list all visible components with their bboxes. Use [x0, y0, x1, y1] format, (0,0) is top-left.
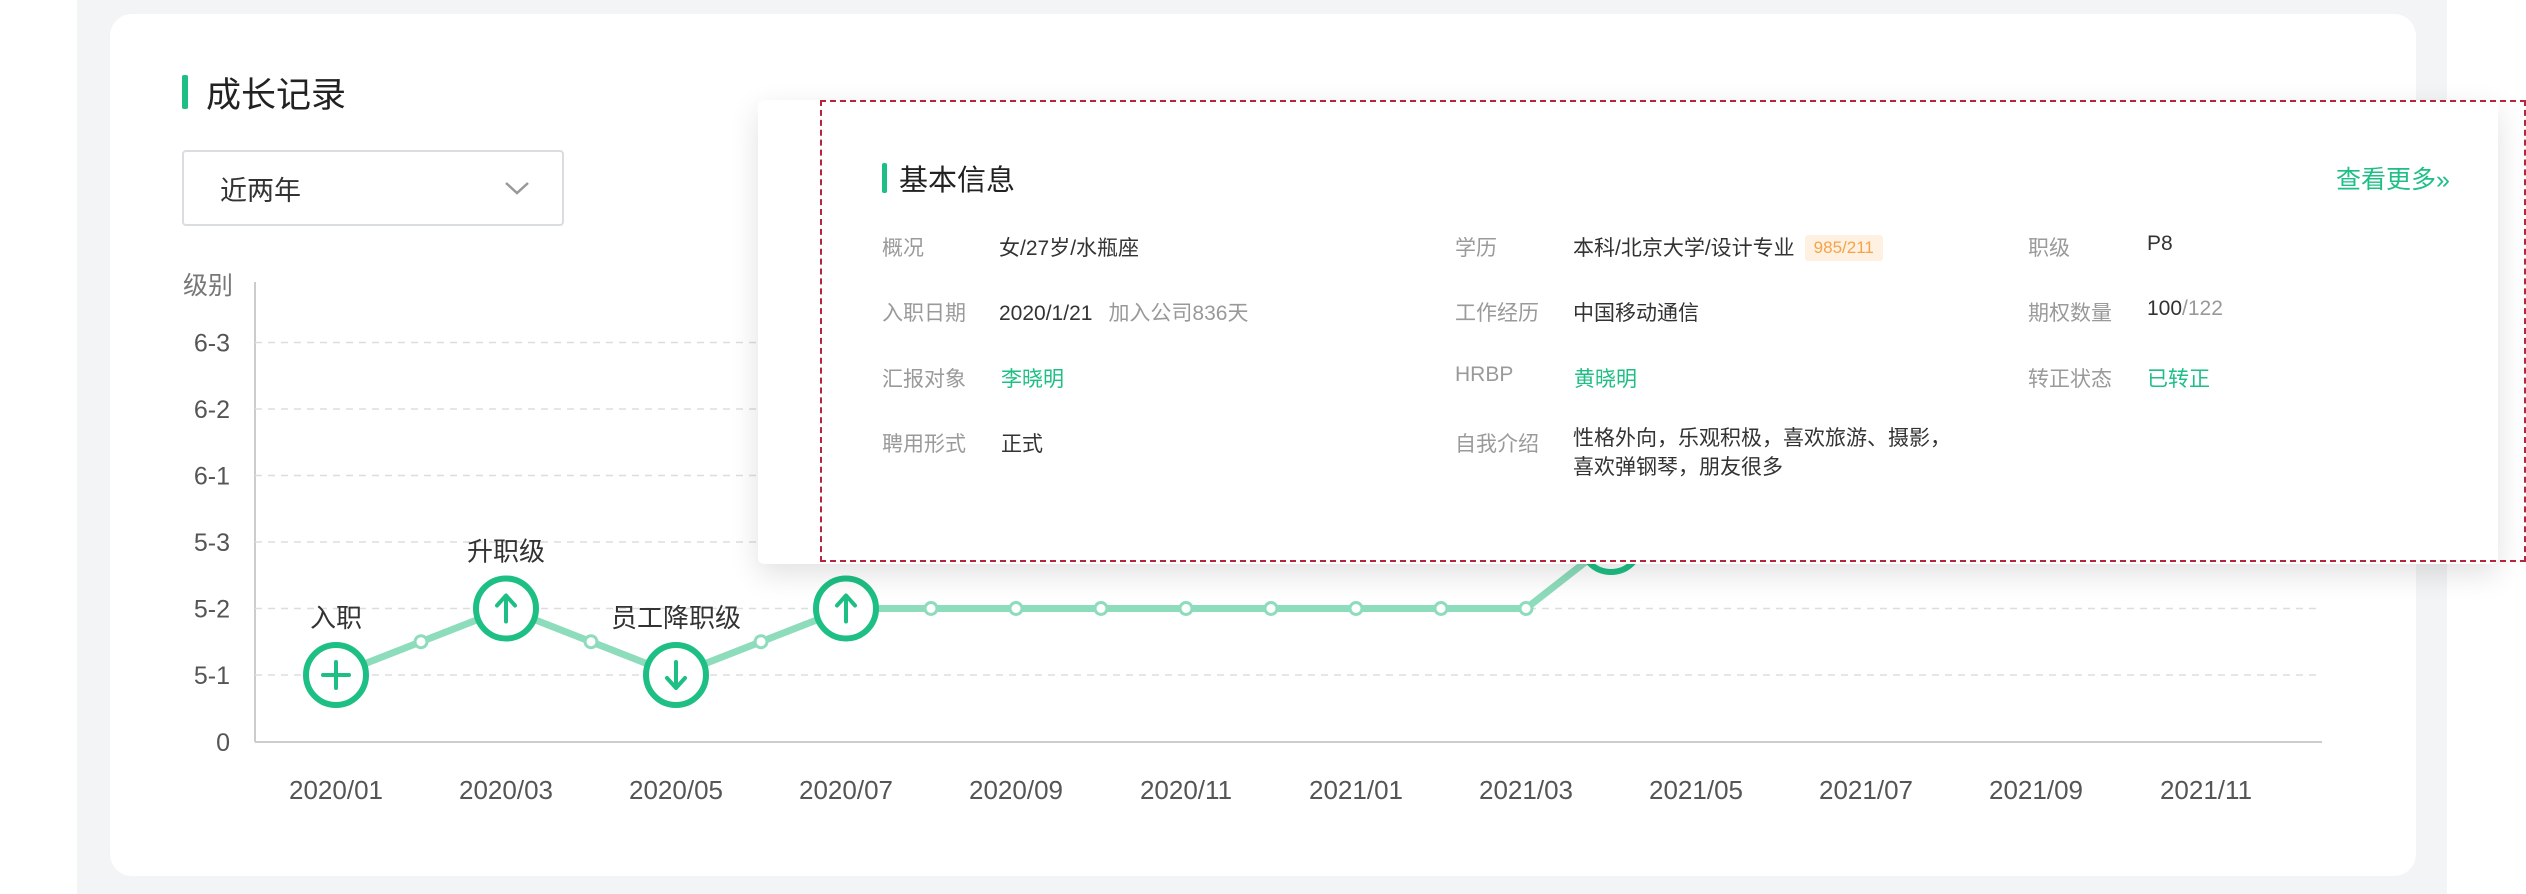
- y-tick-label: 5-3: [194, 529, 230, 557]
- options-value-group: 100/122: [2147, 297, 2223, 321]
- data-point: [1178, 601, 1194, 616]
- job-grade-label: 职级: [2028, 237, 2070, 260]
- probation-status-label: 转正状态: [2028, 368, 2112, 391]
- data-point: [923, 601, 939, 616]
- employment-type-value: 正式: [1001, 433, 1043, 456]
- hrbp-link[interactable]: 黄晓明: [1574, 363, 1637, 393]
- report-to-label: 汇报对象: [882, 368, 966, 391]
- data-point: [1433, 601, 1449, 616]
- data-point: [1008, 601, 1024, 616]
- education-label: 学历: [1455, 237, 1497, 260]
- education-tag: 985/211: [1804, 235, 1883, 261]
- x-tick-label: 2020/03: [459, 775, 553, 805]
- self-intro-line: 喜欢弹钢琴，朋友很多: [1573, 456, 1783, 479]
- hire-date-label: 入职日期: [882, 302, 966, 325]
- x-tick-label: 2021/07: [1819, 775, 1913, 805]
- x-tick-label: 2021/01: [1309, 775, 1403, 805]
- basic-info-title: 基本信息: [899, 165, 1016, 197]
- y-tick-label: 6-1: [194, 463, 230, 491]
- x-tick-label: 2020/07: [799, 775, 893, 805]
- data-point: [1093, 601, 1109, 616]
- x-tick-label: 2020/09: [969, 775, 1063, 805]
- x-tick-label: 2020/11: [1140, 775, 1232, 805]
- x-tick-label: 2020/01: [289, 775, 383, 805]
- x-tick-label: 2021/11: [2160, 775, 2252, 805]
- report-to-link[interactable]: 李晓明: [1001, 363, 1064, 393]
- event-label: 员工降职级: [611, 603, 741, 633]
- event-label: 升职级: [467, 537, 545, 567]
- overview-value: 女/27岁/水瓶座: [999, 237, 1140, 260]
- data-point: [583, 634, 599, 650]
- self-intro-value: 性格外向，乐观积极，喜欢旅游、摄影， 喜欢弹钢琴，朋友很多: [1573, 424, 1951, 482]
- employment-type-label: 聘用形式: [882, 433, 966, 456]
- probation-status-value[interactable]: 已转正: [2147, 363, 2210, 393]
- x-tick-label: 2021/05: [1649, 775, 1743, 805]
- options-value: 100: [2147, 297, 2183, 320]
- work-experience-value: 中国移动通信: [1573, 302, 1699, 325]
- title-accent-bar: [882, 163, 887, 193]
- x-tick-label: 2021/09: [1989, 775, 2083, 805]
- y-tick-label: 0: [216, 729, 230, 757]
- job-grade-value: P8: [2147, 232, 2173, 255]
- event-label: 入职: [310, 603, 362, 633]
- y-axis-title: 级别: [183, 272, 233, 300]
- education-value-group: 本科/北京大学/设计专业 985/211: [1573, 232, 1883, 262]
- data-point: [1263, 601, 1279, 616]
- data-point: [413, 634, 429, 650]
- x-tick-label: 2021/03: [1479, 775, 1573, 805]
- options-total: /122: [2182, 297, 2223, 320]
- options-label: 期权数量: [2028, 302, 2112, 325]
- data-point: [1518, 601, 1534, 616]
- y-tick-label: 5-2: [194, 596, 230, 624]
- basic-info-header: 基本信息: [882, 158, 1015, 198]
- self-intro-line: 性格外向，乐观积极，喜欢旅游、摄影，: [1573, 427, 1951, 450]
- overview-label: 概况: [882, 237, 924, 260]
- tenure-days: 加入公司836天: [1108, 302, 1249, 325]
- hire-date-value-group: 2020/1/21 加入公司836天: [999, 297, 1248, 327]
- work-experience-label: 工作经历: [1455, 302, 1539, 325]
- y-tick-label: 6-2: [194, 396, 230, 424]
- hire-date-value: 2020/1/21: [999, 302, 1093, 325]
- y-tick-label: 6-3: [194, 330, 230, 358]
- view-more-link[interactable]: 查看更多»: [2336, 160, 2450, 196]
- y-tick-label: 5-1: [194, 662, 230, 690]
- hrbp-label: HRBP: [1455, 363, 1514, 386]
- x-tick-label: 2020/05: [629, 775, 723, 805]
- data-point: [1348, 601, 1364, 616]
- basic-info-popup: [758, 100, 2498, 564]
- education-value: 本科/北京大学/设计专业: [1573, 237, 1795, 260]
- self-intro-label: 自我介绍: [1455, 433, 1539, 456]
- data-point: [753, 634, 769, 650]
